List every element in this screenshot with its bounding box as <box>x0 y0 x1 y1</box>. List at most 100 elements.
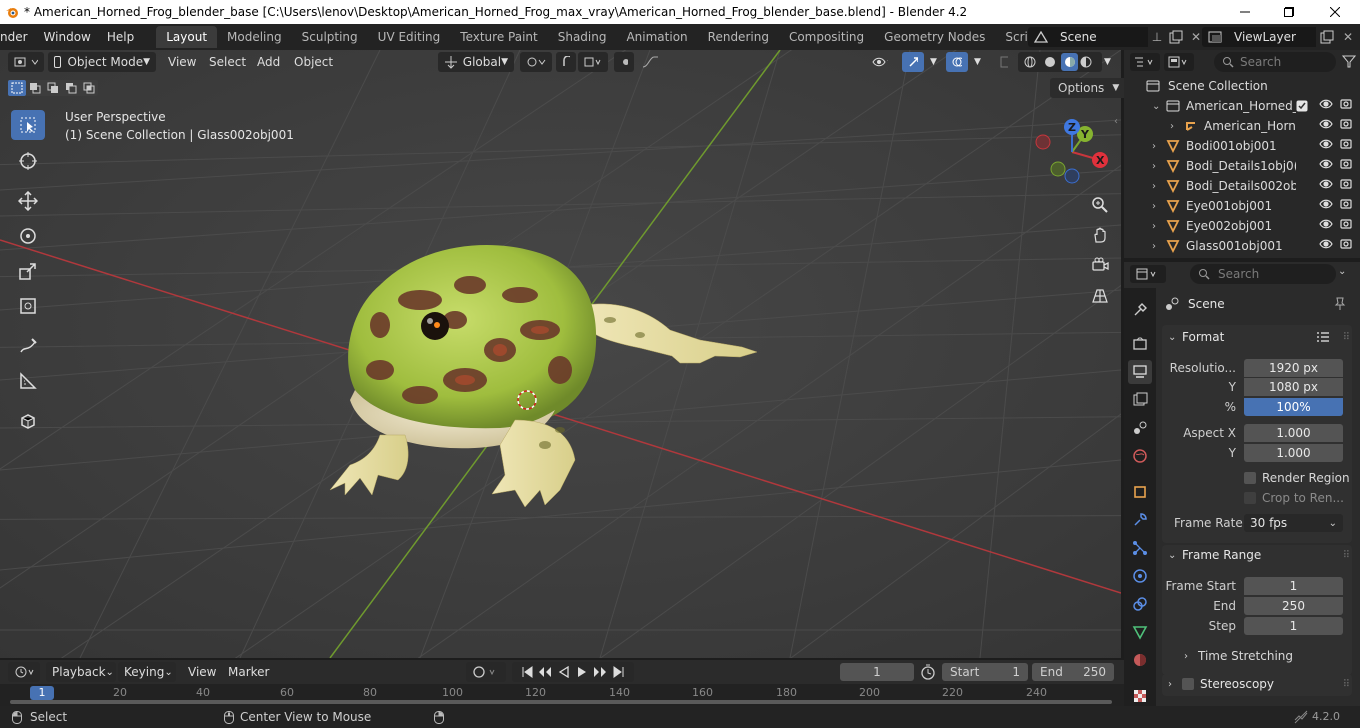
snap-icon[interactable] <box>556 52 576 72</box>
drag-handle-icon[interactable]: ⠿ <box>1343 550 1350 561</box>
timeline-ruler[interactable]: 1 20 40 60 80 100 120 140 160 180 200 22… <box>0 684 1124 706</box>
options-dropdown[interactable]: Options ▼ <box>1050 78 1128 98</box>
scene-icon[interactable] <box>1028 27 1054 47</box>
output-tab-icon[interactable] <box>1128 360 1152 384</box>
visibility-dropdown[interactable] <box>866 52 894 72</box>
timeline-marker-menu[interactable]: Marker <box>222 662 275 682</box>
tab-sculpting[interactable]: Sculpting <box>292 26 368 48</box>
wireframe-shading-icon[interactable] <box>1024 56 1040 68</box>
expand-arrow-icon[interactable]: › <box>1152 201 1166 212</box>
format-panel-header[interactable]: ⌄ Format ⠿ <box>1168 330 1350 344</box>
frame-start-field[interactable]: 1 <box>1244 577 1343 595</box>
aspect-x-field[interactable]: 1.000 <box>1244 424 1343 442</box>
scene-tab-icon[interactable] <box>1128 416 1152 440</box>
chevron-down-icon[interactable]: ⌄ <box>1338 266 1346 277</box>
menu-add[interactable]: Add <box>251 52 286 72</box>
constraints-tab-icon[interactable] <box>1128 592 1152 616</box>
shading-dropdown[interactable]: ▼ <box>1098 52 1114 72</box>
tab-modeling[interactable]: Modeling <box>217 26 292 48</box>
pin-icon[interactable]: ⊥ <box>1148 30 1166 44</box>
next-keyframe-icon[interactable] <box>593 666 607 678</box>
menu-view[interactable]: View <box>162 52 202 72</box>
timeline-start-field[interactable]: Start 1 <box>942 663 1028 681</box>
close-button[interactable] <box>1312 0 1358 24</box>
prev-keyframe-icon[interactable] <box>538 666 552 678</box>
snap-target-dropdown[interactable] <box>578 52 608 72</box>
resolution-percent-slider[interactable]: 100% <box>1244 398 1343 416</box>
annotate-tool-icon[interactable] <box>11 331 45 361</box>
tab-compositing[interactable]: Compositing <box>779 26 874 48</box>
presets-list-icon[interactable] <box>1316 331 1330 343</box>
pan-hand-icon[interactable] <box>1088 223 1112 247</box>
object-tab-icon[interactable] <box>1128 480 1152 504</box>
data-tab-icon[interactable] <box>1128 620 1152 644</box>
timeline-editor-type-icon[interactable] <box>8 662 40 682</box>
maximize-button[interactable] <box>1266 0 1312 24</box>
overlays-dropdown[interactable]: ▼ <box>968 52 984 72</box>
minimize-button[interactable] <box>1222 0 1268 24</box>
properties-search-input[interactable]: Search <box>1190 264 1336 284</box>
gizmo-toggle-icon[interactable] <box>902 52 924 72</box>
transform-orientation-dropdown[interactable]: Global ▼ <box>438 52 514 72</box>
tab-shading[interactable]: Shading <box>548 26 617 48</box>
auto-keying-toggle[interactable] <box>466 662 506 682</box>
expand-arrow-icon[interactable]: › <box>1152 141 1166 152</box>
rotate-tool-icon[interactable] <box>11 221 45 251</box>
transform-tool-icon[interactable] <box>11 291 45 321</box>
solid-shading-icon[interactable] <box>1044 56 1061 68</box>
frame-step-field[interactable]: 1 <box>1244 617 1343 635</box>
texture-tab-icon[interactable] <box>1128 684 1152 708</box>
jump-start-icon[interactable] <box>521 666 533 678</box>
view-layer-field[interactable]: ViewLayer <box>1228 27 1316 47</box>
checkbox-icon[interactable] <box>1182 678 1194 690</box>
crop-to-render-checkbox[interactable]: Crop to Ren... <box>1244 491 1344 505</box>
mode-dropdown[interactable]: Object Mode ▼ <box>48 52 156 72</box>
delete-view-layer-icon[interactable]: ✕ <box>1338 30 1358 44</box>
playback-dropdown[interactable]: Playback ⌄ <box>46 662 116 682</box>
frame-rate-dropdown[interactable]: 30 fps ⌄ <box>1244 514 1343 532</box>
world-tab-icon[interactable] <box>1128 444 1152 468</box>
select-intersect-icon[interactable] <box>80 80 98 96</box>
menu-select[interactable]: Select <box>203 52 252 72</box>
render-tab-icon[interactable] <box>1128 332 1152 356</box>
current-frame-field[interactable]: 1 <box>840 663 914 681</box>
drag-handle-icon[interactable]: ⠿ <box>1343 332 1350 343</box>
new-view-layer-icon[interactable] <box>1316 27 1338 47</box>
resolution-x-field[interactable]: 1920 px <box>1244 359 1343 377</box>
sidebar-toggle-icon[interactable]: ‹ <box>1114 116 1118 127</box>
measure-tool-icon[interactable] <box>11 366 45 396</box>
material-tab-icon[interactable] <box>1128 648 1152 672</box>
pin-icon[interactable] <box>1334 297 1346 311</box>
drag-handle-icon[interactable]: ⠿ <box>1343 679 1350 690</box>
tab-animation[interactable]: Animation <box>616 26 697 48</box>
expand-arrow-icon[interactable]: › <box>1152 181 1166 192</box>
timeline-scrollbar[interactable] <box>10 700 1112 704</box>
rendered-shading-icon[interactable] <box>1080 56 1096 68</box>
falloff-icon[interactable] <box>636 52 664 72</box>
menu-window[interactable]: Window <box>36 24 99 50</box>
jump-end-icon[interactable] <box>613 666 625 678</box>
tab-rendering[interactable]: Rendering <box>698 26 779 48</box>
outliner-scene-collection[interactable]: Scene Collection <box>1124 76 1360 96</box>
camera-view-icon[interactable] <box>1088 253 1112 277</box>
expand-arrow-icon[interactable]: ⌄ <box>1152 101 1166 112</box>
xray-toggle-icon[interactable] <box>994 52 1014 72</box>
add-cube-tool-icon[interactable] <box>11 406 45 436</box>
modifier-tab-icon[interactable] <box>1128 508 1152 532</box>
overlays-toggle-icon[interactable] <box>946 52 968 72</box>
tab-layout[interactable]: Layout <box>156 26 218 48</box>
tab-geometry-nodes[interactable]: Geometry Nodes <box>874 26 995 48</box>
expand-arrow-icon[interactable]: › <box>1152 221 1166 232</box>
frame-end-field[interactable]: 250 <box>1244 597 1343 615</box>
new-scene-icon[interactable] <box>1166 27 1186 47</box>
outliner-editor-type-icon[interactable] <box>1130 53 1160 71</box>
menu-help[interactable]: Help <box>99 24 142 50</box>
move-tool-icon[interactable] <box>11 186 45 216</box>
expand-arrow-icon[interactable]: › <box>1152 241 1166 252</box>
playhead[interactable]: 1 <box>30 686 54 700</box>
pivot-point-dropdown[interactable] <box>520 52 552 72</box>
editor-type-button[interactable] <box>8 52 44 72</box>
zoom-icon[interactable] <box>1088 193 1112 217</box>
cursor-tool-icon[interactable] <box>11 146 45 176</box>
checkbox-icon[interactable] <box>1296 100 1310 112</box>
